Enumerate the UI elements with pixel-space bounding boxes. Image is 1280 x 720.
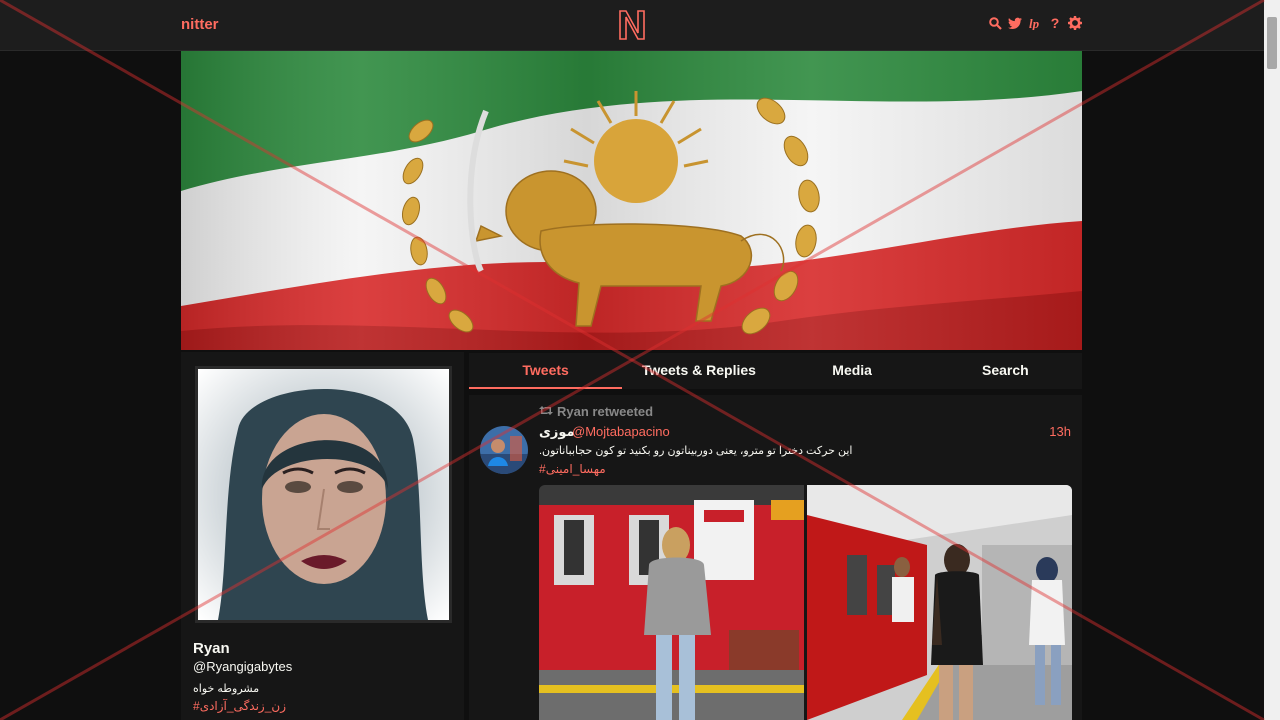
twitter-icon[interactable] xyxy=(1008,15,1022,31)
brand-link[interactable]: nitter xyxy=(181,16,219,33)
retweet-icon xyxy=(539,404,553,419)
help-icon[interactable]: ? xyxy=(1048,15,1062,31)
tab-tweets[interactable]: Tweets xyxy=(469,353,623,389)
svg-text:lp: lp xyxy=(1029,16,1040,30)
nitter-logo-icon[interactable] xyxy=(618,9,646,41)
page-scrollbar[interactable] xyxy=(1264,0,1280,720)
settings-icon[interactable] xyxy=(1068,15,1082,31)
tab-search[interactable]: Search xyxy=(929,353,1082,389)
liberapay-icon[interactable]: lp xyxy=(1028,15,1042,31)
tweet-username[interactable]: @Mojtabapacino xyxy=(572,424,670,439)
tab-media[interactable]: Media xyxy=(776,353,929,389)
timeline-item: Ryan retweeted موزی @Mojtabapacino 13h ا… xyxy=(469,395,1082,720)
profile-fullname[interactable]: Ryan xyxy=(193,640,230,657)
profile-bio: مشروطه خواه xyxy=(193,683,260,695)
tweet-content: این حرکت دخترا تو مترو، یعنی دوربیناتون … xyxy=(539,445,853,457)
scrollbar-thumb[interactable] xyxy=(1267,17,1277,69)
tweet-date[interactable]: 13h xyxy=(1049,424,1071,439)
retweet-label: Ryan retweeted xyxy=(557,404,654,419)
tweet-image[interactable] xyxy=(807,485,1072,720)
profile-card: Ryan @Ryangigabytes مشروطه خواه #زن_زندگ… xyxy=(181,352,464,720)
navbar: nitter lp ? xyxy=(0,0,1264,51)
tweet-image[interactable] xyxy=(539,485,804,720)
retweet-header: Ryan retweeted xyxy=(539,404,653,419)
profile-banner[interactable] xyxy=(181,51,1082,350)
profile-bio-hashtag[interactable]: #زن_زندگی_آزادی xyxy=(193,699,286,713)
tweet-fullname[interactable]: موزی xyxy=(539,424,575,440)
profile-avatar[interactable] xyxy=(195,366,452,623)
timeline-tabs: Tweets Tweets & Replies Media Search xyxy=(469,353,1082,389)
profile-username[interactable]: @Ryangigabytes xyxy=(193,659,292,674)
nav-icons: lp ? xyxy=(988,15,1082,31)
tab-tweets-replies[interactable]: Tweets & Replies xyxy=(622,353,775,389)
tweet-avatar[interactable] xyxy=(480,426,528,474)
search-icon[interactable] xyxy=(988,15,1002,31)
tweet-attachments xyxy=(539,485,1072,720)
tweet-hashtag[interactable]: #مهسا_امینی xyxy=(539,462,606,476)
